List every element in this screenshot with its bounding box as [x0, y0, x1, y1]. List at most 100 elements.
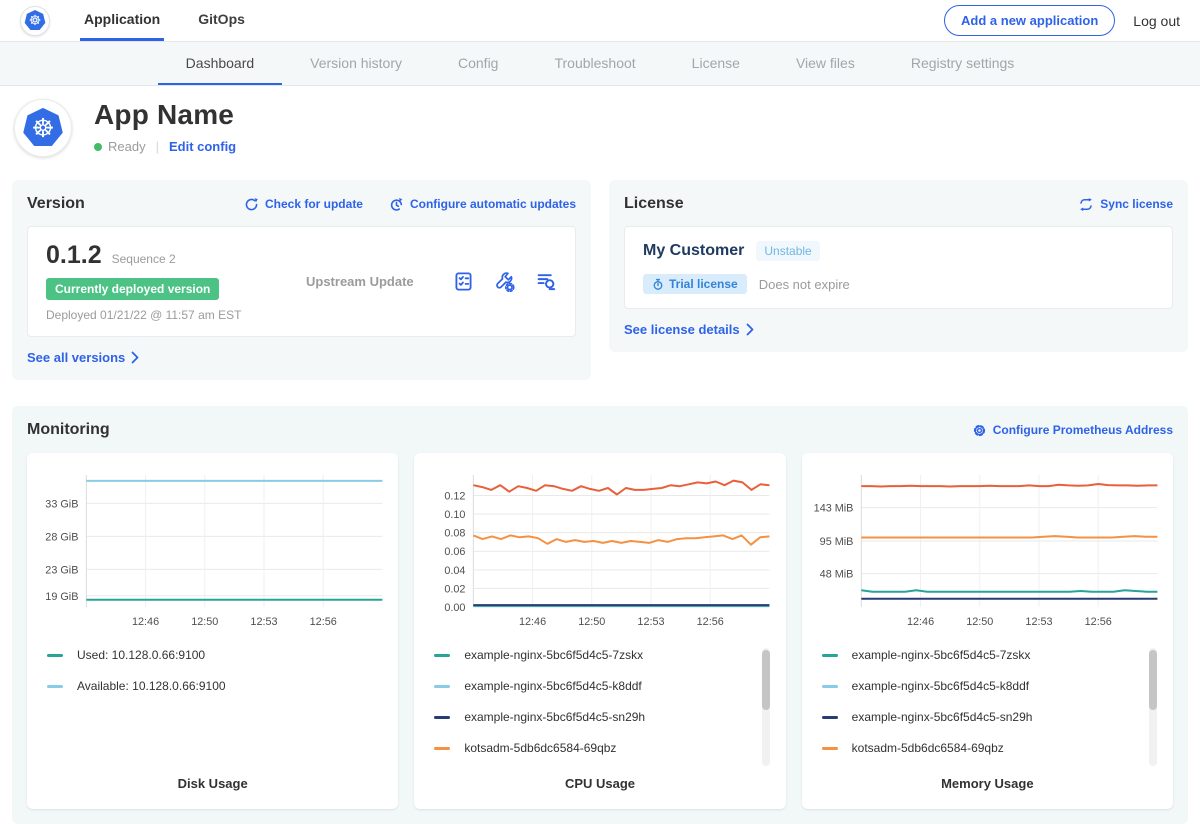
- version-panel: Version Check for update: [12, 180, 591, 380]
- tab-version-history[interactable]: Version history: [282, 42, 430, 85]
- legend-scrollbar[interactable]: [762, 648, 770, 766]
- legend-color-dash: [822, 654, 838, 657]
- tab-dashboard-label: Dashboard: [186, 55, 255, 71]
- legend-label: kotsadm-5db6dc6584-69qbz: [852, 741, 1004, 755]
- disk-usage-legend: Used: 10.128.0.66:9100 Available: 10.128.…: [47, 648, 390, 710]
- svg-text:0.04: 0.04: [445, 565, 466, 577]
- disk-usage-chart: 19 GiB23 GiB28 GiB33 GiB12:4612:5012:531…: [35, 463, 390, 636]
- legend-label: example-nginx-5bc6f5d4c5-sn29h: [852, 710, 1033, 724]
- cpu-usage-legend: example-nginx-5bc6f5d4c5-7zskx example-ng…: [434, 648, 777, 772]
- svg-text:0.08: 0.08: [445, 528, 466, 540]
- legend-color-dash: [434, 716, 450, 719]
- license-details-card: My Customer Unstable Trial license Does …: [624, 226, 1173, 309]
- app-header: ☸ App Name Ready | Edit config: [0, 86, 1200, 172]
- checklist-icon: [453, 271, 474, 292]
- svg-text:12:56: 12:56: [310, 616, 337, 628]
- see-license-details-link[interactable]: See license details: [624, 322, 1173, 337]
- check-for-update-link[interactable]: Check for update: [244, 197, 363, 212]
- chevron-right-icon: [131, 351, 139, 364]
- add-new-application-button[interactable]: Add a new application: [944, 5, 1115, 36]
- tab-dashboard[interactable]: Dashboard: [158, 42, 283, 85]
- cpu-usage-chart-card: 0.000.020.040.060.080.100.1212:4612:5012…: [414, 453, 785, 809]
- legend-item[interactable]: Used: 10.128.0.66:9100: [47, 648, 364, 662]
- view-diff-button[interactable]: [535, 271, 557, 292]
- svg-text:12:50: 12:50: [191, 616, 218, 628]
- legend-color-dash: [47, 654, 63, 657]
- nav-tab-gitops[interactable]: GitOps: [194, 0, 249, 41]
- legend-label: example-nginx-5bc6f5d4c5-k8ddf: [464, 679, 641, 693]
- svg-text:12:53: 12:53: [250, 616, 277, 628]
- tab-registry-settings[interactable]: Registry settings: [883, 42, 1042, 85]
- svg-text:12:56: 12:56: [1084, 616, 1111, 628]
- tab-troubleshoot[interactable]: Troubleshoot: [526, 42, 663, 85]
- file-diff-search-icon: [535, 271, 557, 292]
- legend-item[interactable]: example-nginx-5bc6f5d4c5-sn29h: [434, 710, 751, 724]
- configure-prometheus-link[interactable]: Configure Prometheus Address: [972, 423, 1173, 438]
- tab-config[interactable]: Config: [430, 42, 526, 85]
- svg-text:12:53: 12:53: [638, 616, 665, 628]
- svg-text:0.02: 0.02: [445, 583, 466, 595]
- legend-scrollbar-thumb[interactable]: [1149, 650, 1157, 710]
- nav-tab-application[interactable]: Application: [80, 0, 164, 41]
- chart-plot: 0.000.020.040.060.080.100.1212:4612:5012…: [422, 463, 777, 631]
- stopwatch-icon: [652, 278, 664, 291]
- svg-text:12:56: 12:56: [697, 616, 724, 628]
- sync-license-link[interactable]: Sync license: [1078, 197, 1173, 212]
- legend-label: example-nginx-5bc6f5d4c5-k8ddf: [852, 679, 1029, 693]
- svg-text:12:53: 12:53: [1025, 616, 1052, 628]
- legend-item[interactable]: example-nginx-5bc6f5d4c5-sn29h: [822, 710, 1139, 724]
- legend-item[interactable]: example-nginx-5bc6f5d4c5-7zskx: [434, 648, 751, 662]
- legend-item[interactable]: kotsadm-5db6dc6584-69qbz: [434, 741, 751, 755]
- divider: |: [156, 139, 159, 154]
- version-panel-title: Version: [27, 195, 85, 213]
- deployed-timestamp: Deployed 01/21/22 @ 11:57 am EST: [46, 308, 276, 322]
- disk-usage-chart-card: 19 GiB23 GiB28 GiB33 GiB12:4612:5012:531…: [27, 453, 398, 809]
- trial-license-badge: Trial license: [643, 274, 747, 294]
- status-badge: Ready: [108, 139, 146, 154]
- legend-color-dash: [434, 747, 450, 750]
- legend-item[interactable]: example-nginx-5bc6f5d4c5-k8ddf: [434, 679, 751, 693]
- legend-color-dash: [822, 716, 838, 719]
- cpu-usage-chart: 0.000.020.040.060.080.100.1212:4612:5012…: [422, 463, 777, 636]
- version-sequence: Sequence 2: [112, 252, 176, 266]
- svg-text:143 MiB: 143 MiB: [813, 503, 853, 515]
- version-number: 0.1.2: [46, 241, 102, 270]
- legend-scrollbar-thumb[interactable]: [762, 650, 770, 710]
- wrench-gear-icon: [494, 271, 515, 292]
- svg-text:12:46: 12:46: [907, 616, 934, 628]
- preflight-checks-button[interactable]: [453, 271, 474, 292]
- tab-view-files[interactable]: View files: [768, 42, 883, 85]
- svg-text:33 GiB: 33 GiB: [45, 498, 78, 510]
- logout-button[interactable]: Log out: [1133, 13, 1180, 29]
- legend-item[interactable]: kotsadm-5db6dc6584-69qbz: [822, 741, 1139, 755]
- channel-badge: Unstable: [756, 241, 819, 261]
- legend-color-dash: [822, 747, 838, 750]
- legend-item[interactable]: Available: 10.128.0.66:9100: [47, 679, 364, 693]
- license-panel-title: License: [624, 195, 684, 213]
- configure-automatic-updates-label: Configure automatic updates: [410, 197, 576, 211]
- version-source-label: Upstream Update: [276, 274, 453, 289]
- configure-automatic-updates-link[interactable]: Configure automatic updates: [389, 197, 576, 212]
- currently-deployed-badge: Currently deployed version: [46, 278, 219, 300]
- svg-text:12:50: 12:50: [579, 616, 606, 628]
- configure-prometheus-label: Configure Prometheus Address: [993, 423, 1173, 437]
- chart-title: Disk Usage: [35, 776, 390, 795]
- svg-text:0.00: 0.00: [445, 602, 466, 614]
- legend-scrollbar[interactable]: [1149, 648, 1157, 766]
- edit-config-button[interactable]: [494, 271, 515, 292]
- legend-item[interactable]: example-nginx-5bc6f5d4c5-7zskx: [822, 648, 1139, 662]
- tab-license[interactable]: License: [664, 42, 768, 85]
- page-title: App Name: [94, 99, 236, 131]
- refresh-icon: [244, 197, 259, 212]
- kubernetes-logo-icon[interactable]: ☸: [20, 6, 50, 36]
- legend-item[interactable]: example-nginx-5bc6f5d4c5-k8ddf: [822, 679, 1139, 693]
- svg-text:0.12: 0.12: [445, 490, 466, 502]
- status-ready-dot-icon: [94, 143, 102, 151]
- trial-license-label: Trial license: [669, 277, 738, 291]
- edit-config-link[interactable]: Edit config: [169, 139, 236, 154]
- see-all-versions-link[interactable]: See all versions: [27, 350, 576, 365]
- chart-plot: 19 GiB23 GiB28 GiB33 GiB12:4612:5012:531…: [35, 463, 390, 631]
- svg-text:12:46: 12:46: [519, 616, 546, 628]
- legend-label: Used: 10.128.0.66:9100: [77, 648, 205, 662]
- legend-label: example-nginx-5bc6f5d4c5-7zskx: [852, 648, 1031, 662]
